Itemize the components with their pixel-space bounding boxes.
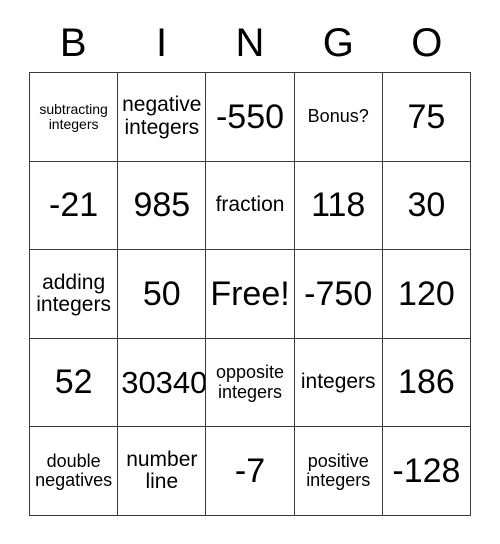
bingo-cell-label: 985 [133, 186, 191, 225]
bingo-cell[interactable]: 52 [30, 338, 119, 428]
bingo-cell-label: 52 [54, 363, 93, 402]
bingo-cell[interactable]: double negatives [30, 427, 119, 516]
bingo-cell-label: -21 [49, 186, 99, 225]
bingo-header-letter-n: N [235, 21, 265, 65]
bingo-cell[interactable]: -21 [30, 161, 119, 251]
bingo-cell-label: -750 [304, 274, 373, 313]
bingo-cell[interactable]: positive integers [294, 427, 383, 516]
bingo-row: double negatives number line -7 positive… [30, 427, 472, 516]
bingo-header-row: B I N G O [29, 14, 471, 72]
bingo-header-letter-i: I [156, 21, 168, 65]
bingo-row: 52 30340 opposite integers integers 186 [30, 338, 472, 428]
bingo-cell[interactable]: -7 [206, 427, 295, 516]
bingo-cell-label: positive integers [306, 450, 371, 491]
bingo-cell-label: -128 [392, 451, 461, 490]
bingo-cell-label: 118 [311, 186, 366, 225]
bingo-cell[interactable]: 30340 [118, 338, 207, 428]
bingo-cell[interactable]: negative integers [118, 73, 207, 162]
bingo-cell[interactable]: -750 [294, 250, 383, 339]
bingo-cell-label: subtracting integers [39, 100, 108, 132]
bingo-row: subtracting integers negative integers -… [30, 73, 472, 162]
bingo-grid: subtracting integers negative integers -… [29, 72, 472, 516]
bingo-cell-label: adding integers [36, 270, 111, 316]
bingo-cell[interactable]: 118 [294, 161, 383, 251]
bingo-cell-label: fraction [215, 193, 285, 217]
bingo-cell-label: 30 [407, 186, 446, 225]
bingo-cell-label: 75 [407, 97, 446, 136]
bingo-header-letter-b: B [59, 21, 87, 65]
bingo-row: adding integers 50 Free! -750 120 [30, 250, 472, 339]
bingo-cell-label: integers [300, 370, 376, 394]
bingo-cell-label: 50 [142, 274, 181, 313]
bingo-cell-label: 120 [398, 274, 455, 313]
bingo-cell[interactable]: 985 [118, 161, 207, 251]
bingo-cell[interactable]: fraction [206, 161, 295, 251]
bingo-cell[interactable]: subtracting integers [30, 73, 119, 162]
bingo-cell[interactable]: opposite integers [206, 338, 295, 428]
bingo-cell-label: number line [126, 447, 198, 494]
bingo-cell-free[interactable]: Free! [206, 250, 295, 339]
bingo-cell[interactable]: 75 [382, 73, 472, 162]
bingo-header-letter-o: O [411, 21, 443, 65]
bingo-cell[interactable]: 120 [382, 250, 472, 339]
bingo-cell-label: double negatives [35, 450, 113, 491]
bingo-card: B I N G O subtracting integers negative … [29, 14, 472, 516]
bingo-cell[interactable]: Bonus? [294, 73, 383, 162]
bingo-cell-label: Free! [210, 274, 290, 313]
bingo-cell-label: -550 [215, 97, 285, 136]
bingo-cell[interactable]: adding integers [30, 250, 119, 339]
bingo-cell[interactable]: 186 [382, 338, 472, 428]
bingo-cell[interactable]: -128 [382, 427, 472, 516]
bingo-cell[interactable]: 50 [118, 250, 207, 339]
bingo-cell-label: -7 [234, 451, 266, 490]
bingo-row: -21 985 fraction 118 30 [30, 161, 472, 251]
bingo-cell-label: negative integers [122, 93, 202, 139]
bingo-cell[interactable]: -550 [206, 73, 295, 162]
bingo-cell-label: opposite integers [215, 362, 285, 402]
bingo-cell[interactable]: 30 [382, 161, 472, 251]
bingo-cell-label: Bonus? [307, 106, 369, 127]
bingo-cell[interactable]: integers [294, 338, 383, 428]
bingo-header-letter-g: G [322, 21, 354, 65]
bingo-cell-label: 186 [398, 363, 455, 402]
bingo-cell-label: 30340 [121, 365, 207, 400]
bingo-cell[interactable]: number line [118, 427, 207, 516]
